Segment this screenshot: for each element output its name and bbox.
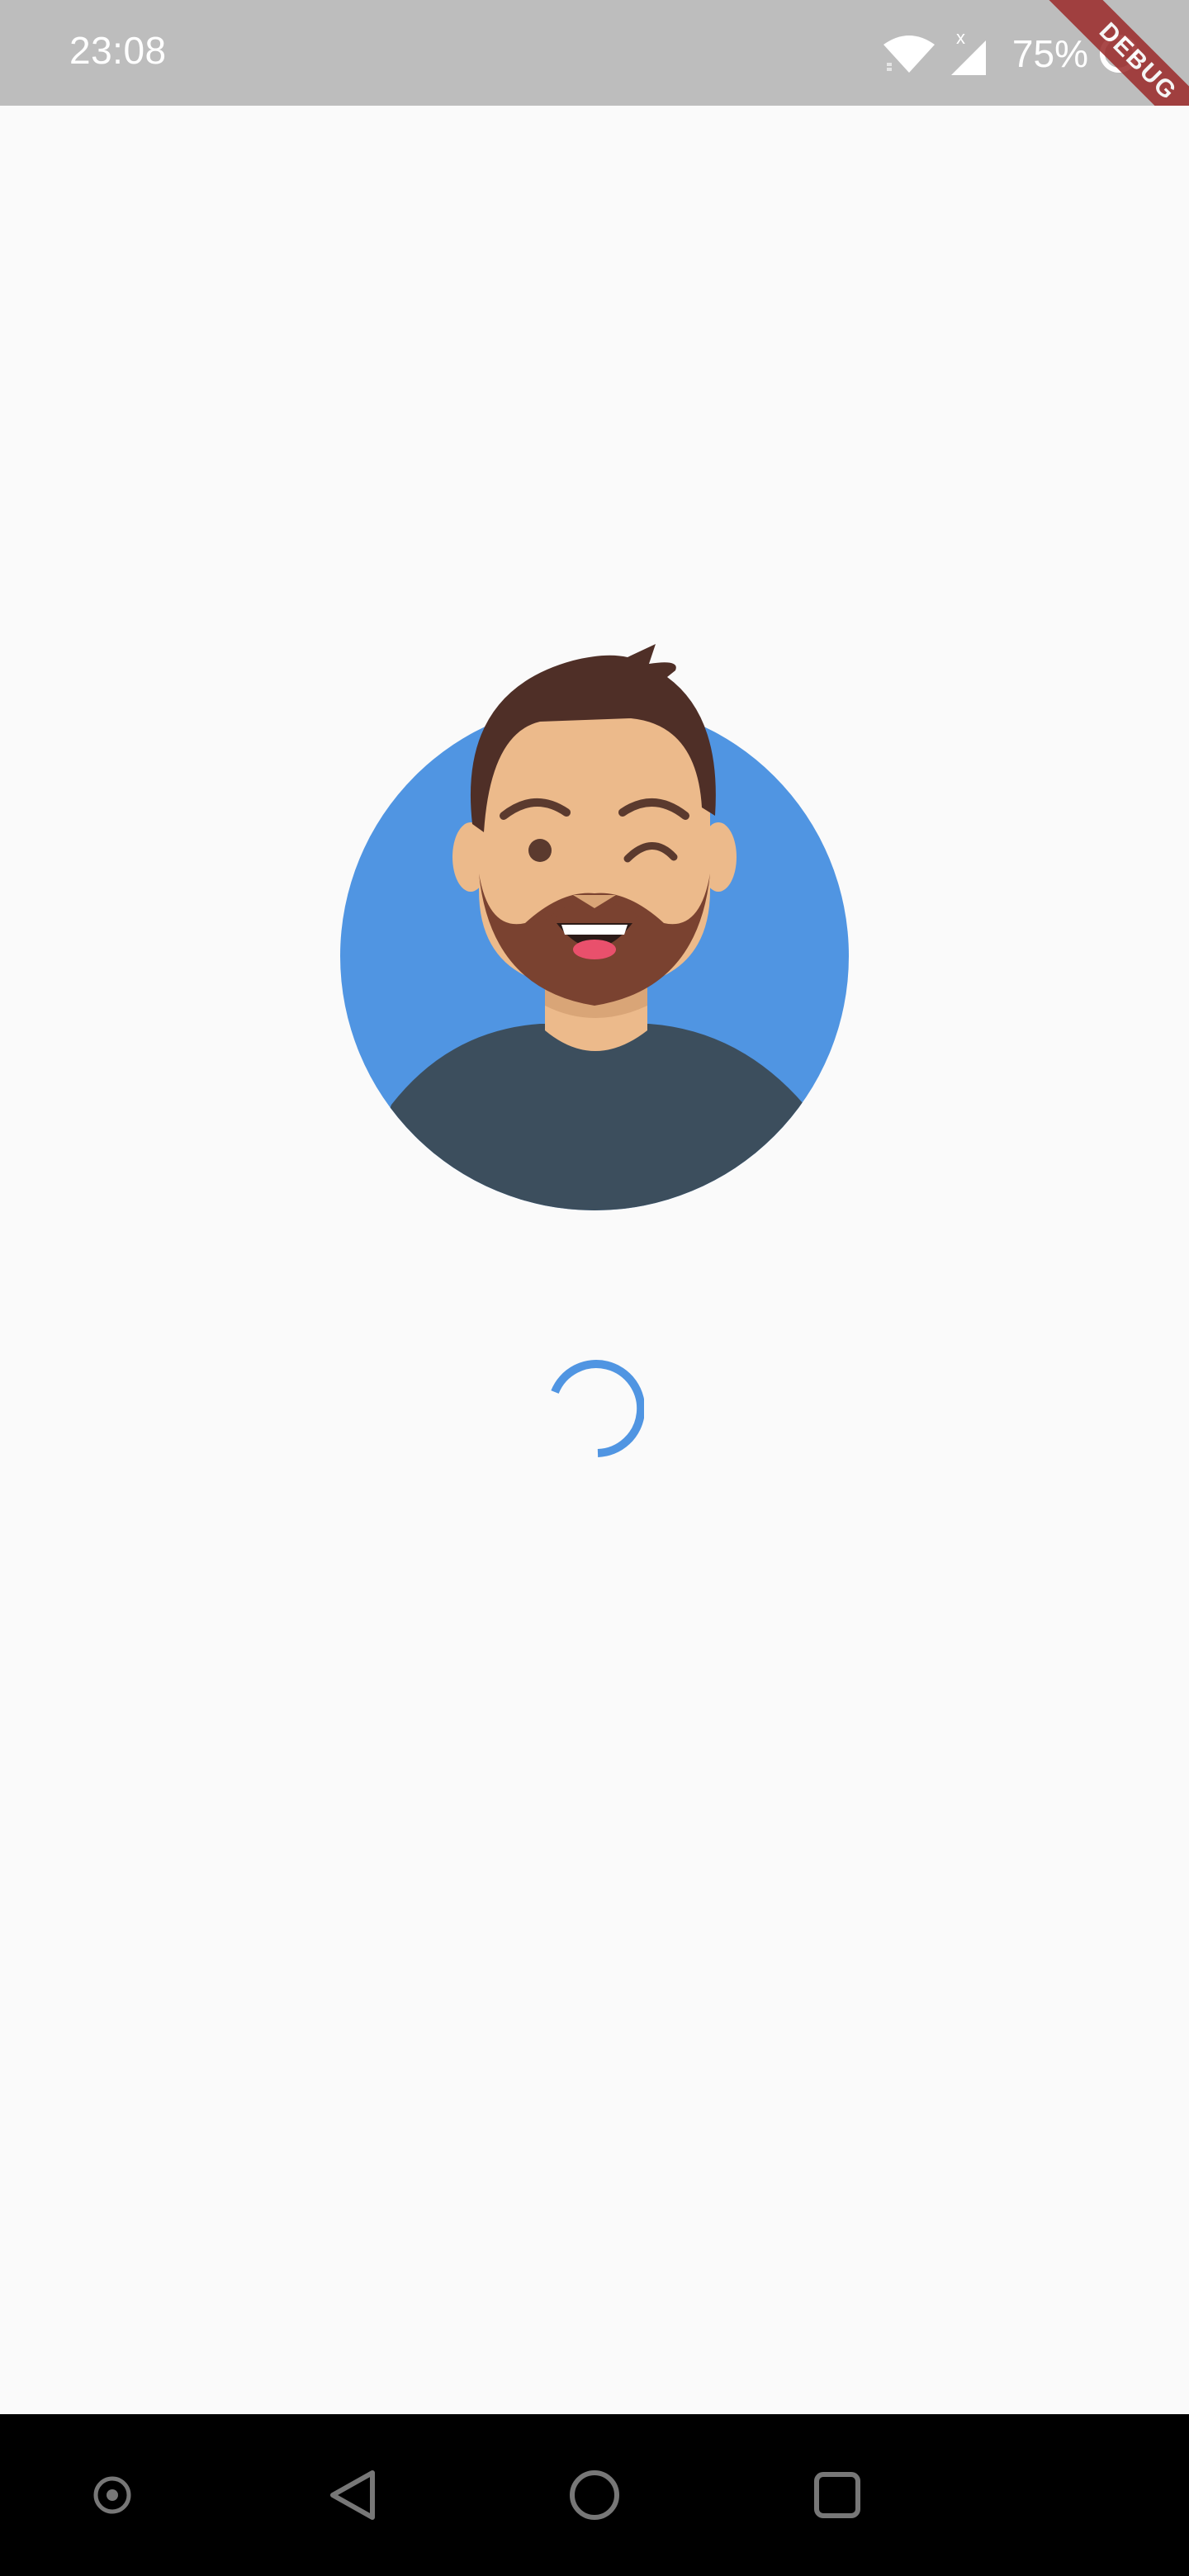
status-time: 23:08 (69, 29, 167, 72)
battery-percent: 75% (1011, 32, 1088, 75)
recents-icon[interactable] (798, 2455, 877, 2535)
signal-icon: x (943, 29, 992, 78)
battery-icon (1098, 33, 1139, 74)
home-dot-icon[interactable] (73, 2455, 152, 2535)
avatar (334, 642, 855, 1224)
back-icon[interactable] (314, 2455, 393, 2535)
splash-screen (0, 106, 1189, 2414)
status-icons: x 75% (882, 25, 1139, 83)
home-icon[interactable] (555, 2455, 634, 2535)
avatar-illustration (340, 644, 849, 1210)
progress-spinner (545, 1359, 646, 1458)
wifi-icon (882, 33, 936, 74)
nav-bar (0, 2414, 1189, 2576)
status-bar: 23:08 x 75% (0, 0, 1189, 106)
svg-text:x: x (956, 29, 965, 48)
